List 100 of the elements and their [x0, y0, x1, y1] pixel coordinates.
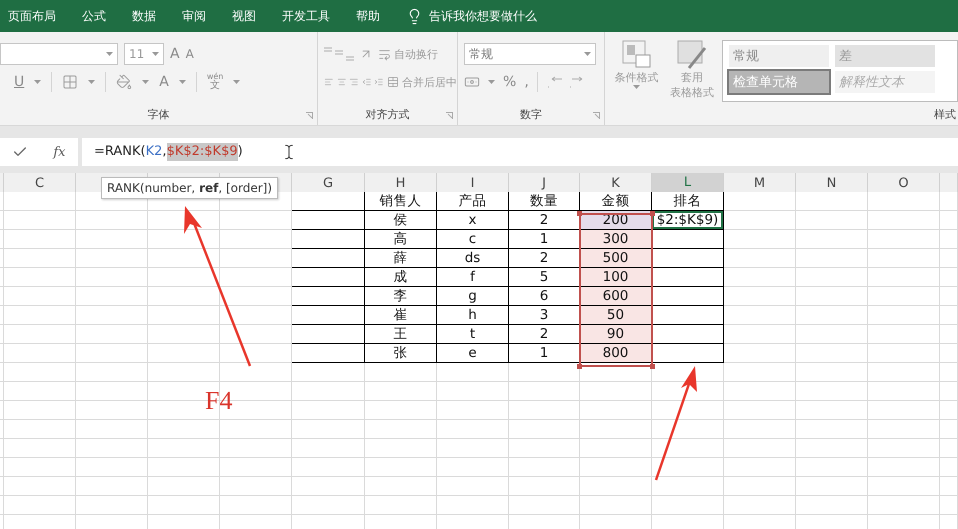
grid-cell: [148, 363, 220, 382]
grid-cell: [148, 439, 220, 458]
grid-cell: [148, 344, 220, 363]
grid-cell: [4, 363, 76, 382]
grid-cell: [724, 325, 796, 344]
grid-cell: [148, 306, 220, 325]
grid-cell: [437, 420, 509, 439]
grid-cell: [437, 382, 509, 401]
grid-cell: [365, 363, 437, 382]
number-format-field[interactable]: 常规: [464, 43, 596, 65]
caret-icon: [488, 80, 495, 84]
grid-cell: [4, 192, 76, 211]
caret-icon: [178, 80, 186, 84]
grid-cell: [724, 287, 796, 306]
grid-cell: [437, 477, 509, 496]
menu-tab[interactable]: 视图: [232, 8, 256, 24]
grid-cell: [76, 230, 148, 249]
align-left-icon[interactable]: [324, 76, 334, 88]
grid-cell: [724, 268, 796, 287]
menu-tab[interactable]: 开发工具: [282, 8, 330, 24]
column-header[interactable]: L: [652, 173, 724, 194]
grid-cell: [724, 496, 796, 515]
grid-cell: [365, 420, 437, 439]
grid-cell: [796, 192, 868, 211]
column-header[interactable]: K: [580, 173, 652, 194]
grid-cell: [580, 420, 652, 439]
grid-cell: [4, 268, 76, 287]
table-cell: 6: [509, 287, 580, 306]
grid-cell: [796, 306, 868, 325]
grid-cell: [220, 249, 292, 268]
borders-icon[interactable]: [62, 74, 78, 90]
column-header[interactable]: J: [509, 173, 580, 194]
grid-cell: [868, 306, 940, 325]
launcher-icon[interactable]: [446, 112, 453, 119]
grid-cell: [652, 401, 724, 420]
caret-icon: [584, 52, 591, 56]
menu-tab[interactable]: 数据: [132, 8, 156, 24]
grid-cell: [724, 458, 796, 477]
column-header-cell: 产品: [437, 192, 509, 211]
group-label: 对齐方式: [364, 107, 410, 122]
caret-icon: [88, 80, 96, 84]
launcher-icon[interactable]: [306, 112, 313, 119]
column-header[interactable]: H: [365, 173, 437, 194]
grid-cell: [868, 420, 940, 439]
grid-cell: [652, 458, 724, 477]
font-name-field[interactable]: [0, 43, 118, 65]
indent-decrease-icon[interactable]: [362, 76, 372, 88]
grid-cell: [796, 363, 868, 382]
launcher-icon[interactable]: [593, 112, 600, 119]
tell-me-search[interactable]: 告诉我你想要做什么: [429, 8, 537, 24]
grid-cell: [148, 477, 220, 496]
table-cell: f: [437, 268, 509, 287]
grid-cell: [76, 325, 148, 344]
shrink-font-button[interactable]: A: [186, 47, 194, 61]
table-cell: 2: [509, 249, 580, 268]
column-header[interactable]: M: [724, 173, 796, 194]
grid-cell: [76, 268, 148, 287]
column-header[interactable]: O: [868, 173, 940, 194]
table-cell: 3: [509, 306, 580, 325]
grid-cell: [4, 306, 76, 325]
menu-tab[interactable]: 公式: [82, 8, 106, 24]
grid-cell: [365, 439, 437, 458]
align-center-icon[interactable]: [336, 76, 346, 88]
percent-button[interactable]: %: [503, 74, 516, 90]
insert-function-button[interactable]: fx: [53, 144, 66, 160]
grid-cell: [724, 211, 796, 230]
column-header[interactable]: C: [4, 173, 76, 194]
grid-cell: [220, 268, 292, 287]
grid-cell: [76, 306, 148, 325]
grid-cell: [4, 420, 76, 439]
table-cell: 50: [580, 306, 652, 325]
formula-input[interactable]: =RANK(K2,$K$2:$K$9): [82, 138, 958, 166]
column-header[interactable]: N: [796, 173, 868, 194]
grid-cell: [220, 439, 292, 458]
top-align-icon[interactable]: [324, 47, 354, 61]
column-header[interactable]: I: [437, 173, 509, 194]
phonetic-guide-button[interactable]: wén 文: [206, 73, 224, 91]
grid-cell: [76, 211, 148, 230]
column-header[interactable]: G: [292, 173, 365, 194]
menu-tab[interactable]: 页面布局: [8, 8, 56, 24]
grid-cell: [724, 439, 796, 458]
grid-cell: [437, 401, 509, 420]
grid-cell: [76, 249, 148, 268]
grid-cell: [437, 439, 509, 458]
grid-cell: [796, 344, 868, 363]
indent-increase-icon[interactable]: [374, 76, 384, 88]
grid-cell: [437, 363, 509, 382]
grid-cell: [796, 401, 868, 420]
merge-cells-icon: [386, 76, 399, 88]
grow-font-button[interactable]: A: [170, 46, 180, 62]
font-color-button[interactable]: A: [159, 74, 169, 90]
menu-tab[interactable]: 帮助: [356, 8, 380, 24]
align-right-icon[interactable]: [349, 76, 359, 88]
menu-tab[interactable]: 审阅: [182, 8, 206, 24]
comma-button[interactable]: ,: [524, 74, 529, 90]
grid-cell: [940, 192, 958, 211]
paint-bucket-icon[interactable]: [116, 74, 132, 90]
underline-button[interactable]: U: [14, 74, 24, 90]
grid-cell: [796, 496, 868, 515]
grid-cell: [4, 458, 76, 477]
